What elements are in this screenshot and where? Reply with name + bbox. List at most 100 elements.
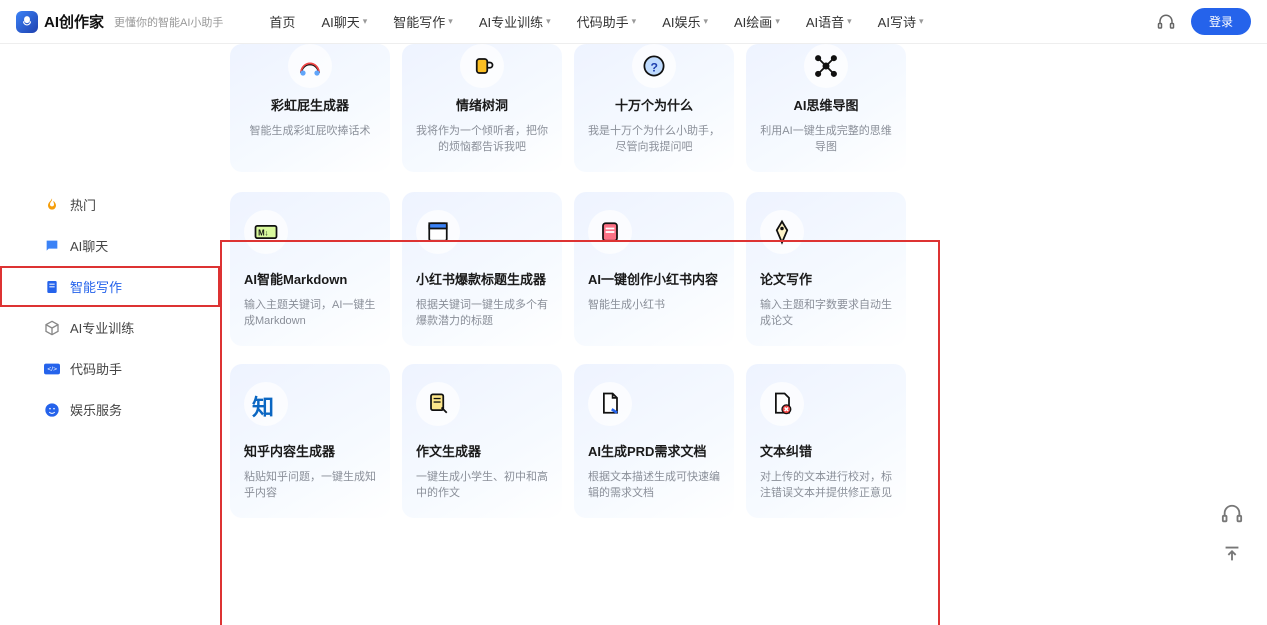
card-desc: 智能生成小红书 [588,297,665,314]
card-proofread[interactable]: 文本纠错 对上传的文本进行校对，标注错误文本并提供修正意见 [746,364,906,518]
question-icon: ? [632,44,676,88]
nav-aichat[interactable]: AI聊天▾ [321,12,367,31]
svg-text:M↓: M↓ [258,228,268,237]
card-title: 小红书爆款标题生成器 [416,272,546,289]
brand-tagline: 更懂你的智能AI小助手 [114,14,223,30]
sidebar-item-smartwrite[interactable]: 智能写作 [0,266,220,307]
card-zhihu[interactable]: 知 知乎内容生成器 粘贴知乎问题，一键生成知乎内容 [230,364,390,518]
card-title: 论文写作 [760,272,812,289]
sidebar: 热门 AI聊天 智能写作 AI专业训练 </> 代码助手 娱乐服务 [0,44,220,625]
nav-poem[interactable]: AI写诗▾ [878,12,924,31]
support-icon[interactable] [1157,13,1175,31]
back-to-top-icon[interactable] [1221,543,1243,565]
card-title: 彩虹屁生成器 [271,98,349,115]
fire-icon [44,197,60,213]
login-button[interactable]: 登录 [1191,8,1251,35]
card-desc: 我将作为一个倾听者，把你的烦恼都告诉我吧 [416,123,548,156]
card-rainbow[interactable]: 彩虹屁生成器 智能生成彩虹屁吹捧话术 [230,44,390,172]
support-float-icon[interactable] [1221,503,1243,525]
card-title: 十万个为什么 [615,98,693,115]
top-right: 登录 [1157,8,1251,35]
svg-text:</>: </> [47,366,57,373]
card-title: AI思维导图 [793,98,858,115]
chevron-down-icon: ▾ [847,16,852,27]
cube-icon [44,320,60,336]
card-emotion[interactable]: 情绪树洞 我将作为一个倾听者，把你的烦恼都告诉我吧 [402,44,562,172]
nav-voice[interactable]: AI语音▾ [806,12,852,31]
chat-icon [44,238,60,254]
markdown-icon: M↓ [244,210,288,254]
card-essay[interactable]: 作文生成器 一键生成小学生、初中和高中的作文 [402,364,562,518]
card-desc: 对上传的文本进行校对，标注错误文本并提供修正意见 [760,469,892,502]
card-desc: 输入主题和字数要求自动生成论文 [760,297,892,330]
sidebar-item-code[interactable]: </> 代码助手 [0,348,220,389]
sidebar-item-label: 娱乐服务 [70,400,122,419]
error-doc-icon [760,382,804,426]
essay-icon [416,382,460,426]
card-mindmap[interactable]: AI思维导图 利用AI一键生成完整的思维导图 [746,44,906,172]
card-paper[interactable]: 论文写作 输入主题和字数要求自动生成论文 [746,192,906,346]
float-buttons [1221,503,1243,565]
nav-smartwrite[interactable]: 智能写作▾ [393,12,453,31]
sidebar-item-label: 热门 [70,195,96,214]
top-nav: 首页 AI聊天▾ 智能写作▾ AI专业训练▾ 代码助手▾ AI娱乐▾ AI绘画▾… [269,12,1139,31]
sidebar-item-label: 智能写作 [70,277,122,296]
card-markdown[interactable]: M↓ AI智能Markdown 输入主题关键词，AI一键生成Markdown [230,192,390,346]
card-desc: 我是十万个为什么小助手，尽管向我提问吧 [588,123,720,156]
chevron-down-icon: ▾ [919,16,924,27]
card-desc: 根据关键词一键生成多个有爆款潜力的标题 [416,297,548,330]
chevron-down-icon: ▾ [775,16,780,27]
brand-logo-icon [16,11,38,33]
card-prd[interactable]: AI生成PRD需求文档 根据文本描述生成可快速编辑的需求文档 [574,364,734,518]
nav-entertain[interactable]: AI娱乐▾ [662,12,708,31]
zhihu-icon: 知 [244,382,288,426]
nav-home[interactable]: 首页 [269,12,295,31]
chevron-down-icon: ▾ [703,16,708,27]
nav-paint[interactable]: AI绘画▾ [734,12,780,31]
card-title: AI智能Markdown [244,272,347,289]
brand[interactable]: AI创作家 更懂你的智能AI小助手 [16,11,223,33]
card-row-a: M↓ AI智能Markdown 输入主题关键词，AI一键生成Markdown 小… [230,192,1237,346]
sidebar-item-entertain[interactable]: 娱乐服务 [0,389,220,430]
code-icon: </> [44,361,60,377]
window-icon [416,210,460,254]
brand-name: AI创作家 [44,11,104,32]
card-desc: 一键生成小学生、初中和高中的作文 [416,469,548,502]
card-row-b: 知 知乎内容生成器 粘贴知乎问题，一键生成知乎内容 作文生成器 一键生成小学生、… [230,364,1237,518]
smile-icon [44,402,60,418]
mindmap-icon [804,44,848,88]
card-title: AI生成PRD需求文档 [588,444,706,461]
sidebar-item-training[interactable]: AI专业训练 [0,307,220,348]
prd-icon [588,382,632,426]
pen-icon [760,210,804,254]
chevron-down-icon: ▾ [448,16,453,27]
card-title: 作文生成器 [416,444,481,461]
card-title: 知乎内容生成器 [244,444,335,461]
card-xhs-content[interactable]: AI一键创作小红书内容 智能生成小红书 [574,192,734,346]
chevron-down-icon: ▾ [363,16,368,27]
card-title: AI一键创作小红书内容 [588,272,718,289]
chevron-down-icon: ▾ [632,16,637,27]
cup-icon [460,44,504,88]
sidebar-item-label: AI专业训练 [70,318,134,337]
card-title: 文本纠错 [760,444,812,461]
card-desc: 粘贴知乎问题，一键生成知乎内容 [244,469,376,502]
svg-text:?: ? [651,60,658,74]
sidebar-item-aichat[interactable]: AI聊天 [0,225,220,266]
card-title: 情绪树洞 [456,98,508,115]
sidebar-item-label: AI聊天 [70,236,108,255]
note-icon [588,210,632,254]
card-desc: 根据文本描述生成可快速编辑的需求文档 [588,469,720,502]
doc-icon [44,279,60,295]
card-row-top: 彩虹屁生成器 智能生成彩虹屁吹捧话术 情绪树洞 我将作为一个倾听者，把你的烦恼都… [230,44,1237,172]
card-xhs-title[interactable]: 小红书爆款标题生成器 根据关键词一键生成多个有爆款潜力的标题 [402,192,562,346]
card-desc: 智能生成彩虹屁吹捧话术 [250,123,371,140]
nav-training[interactable]: AI专业训练▾ [479,12,551,31]
nav-code[interactable]: 代码助手▾ [577,12,637,31]
card-desc: 利用AI一键生成完整的思维导图 [760,123,892,156]
rainbow-icon [288,44,332,88]
sidebar-item-hot[interactable]: 热门 [0,184,220,225]
card-why[interactable]: ? 十万个为什么 我是十万个为什么小助手，尽管向我提问吧 [574,44,734,172]
chevron-down-icon: ▾ [546,16,551,27]
content: 彩虹屁生成器 智能生成彩虹屁吹捧话术 情绪树洞 我将作为一个倾听者，把你的烦恼都… [220,44,1267,625]
